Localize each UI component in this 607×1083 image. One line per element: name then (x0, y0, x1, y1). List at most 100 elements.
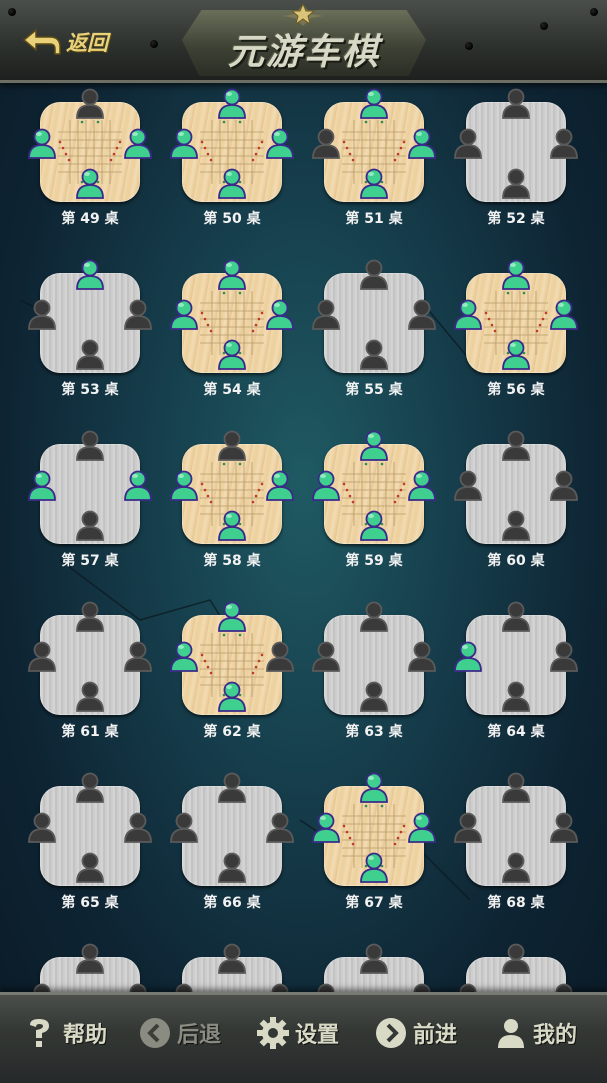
empty-seat-icon-top[interactable] (501, 943, 531, 975)
empty-seat-icon-right[interactable] (265, 641, 295, 673)
empty-seat-icon-right[interactable] (549, 812, 579, 844)
empty-seat-icon-bottom[interactable] (501, 681, 531, 713)
game-table[interactable]: 第 66 桌 (170, 772, 294, 922)
empty-seat-icon-top[interactable] (359, 601, 389, 633)
occupied-seat-icon-right[interactable] (549, 299, 579, 331)
empty-seat-icon-right[interactable] (549, 128, 579, 160)
empty-seat-icon-left[interactable] (311, 641, 341, 673)
game-table[interactable]: 第 67 桌 (312, 772, 436, 922)
game-table[interactable]: 第 55 桌 (312, 259, 436, 409)
help-button[interactable]: 帮助 (24, 1013, 107, 1053)
game-table[interactable]: 第 63 桌 (312, 601, 436, 751)
empty-seat-icon-left[interactable] (27, 641, 57, 673)
empty-seat-icon-bottom[interactable] (217, 852, 247, 884)
game-table[interactable]: 第 61 桌 (28, 601, 152, 751)
occupied-seat-icon-left[interactable] (453, 299, 483, 331)
game-table[interactable] (33, 943, 147, 993)
empty-seat-icon-bottom[interactable] (75, 852, 105, 884)
occupied-seat-icon-right[interactable] (407, 470, 437, 502)
occupied-seat-icon-right[interactable] (407, 812, 437, 844)
game-table[interactable]: 第 52 桌 (454, 88, 578, 238)
occupied-seat-icon-bottom[interactable] (75, 168, 105, 200)
empty-seat-icon-top[interactable] (217, 430, 247, 462)
game-table[interactable]: 第 57 桌 (28, 430, 152, 580)
occupied-seat-icon-top[interactable] (217, 88, 247, 120)
empty-seat-icon-right[interactable] (407, 641, 437, 673)
empty-seat-icon-right[interactable] (123, 641, 153, 673)
occupied-seat-icon-top[interactable] (75, 259, 105, 291)
empty-seat-icon-bottom[interactable] (75, 510, 105, 542)
empty-seat-icon-top[interactable] (75, 943, 105, 975)
occupied-seat-icon-left[interactable] (169, 299, 199, 331)
game-table[interactable]: 第 50 桌 (170, 88, 294, 238)
occupied-seat-icon-right[interactable] (265, 470, 295, 502)
empty-seat-icon-top[interactable] (75, 88, 105, 120)
empty-seat-icon-left[interactable] (27, 299, 57, 331)
empty-seat-icon-left[interactable] (453, 470, 483, 502)
occupied-seat-icon-left[interactable] (311, 470, 341, 502)
empty-seat-icon-left[interactable] (27, 812, 57, 844)
occupied-seat-icon-left[interactable] (169, 128, 199, 160)
empty-seat-icon-top[interactable] (217, 772, 247, 804)
empty-seat-icon-top[interactable] (75, 772, 105, 804)
next-page-button[interactable]: 前进 (374, 1013, 457, 1053)
empty-seat-icon-bottom[interactable] (75, 339, 105, 371)
game-table[interactable] (317, 943, 431, 993)
occupied-seat-icon-right[interactable] (123, 128, 153, 160)
occupied-seat-icon-right[interactable] (123, 470, 153, 502)
occupied-seat-icon-left[interactable] (311, 812, 341, 844)
empty-seat-icon-top[interactable] (75, 601, 105, 633)
empty-seat-icon-top[interactable] (359, 943, 389, 975)
empty-seat-icon-left[interactable] (311, 299, 341, 331)
empty-seat-icon-left[interactable] (311, 128, 341, 160)
occupied-seat-icon-left[interactable] (169, 641, 199, 673)
game-table[interactable]: 第 65 桌 (28, 772, 152, 922)
occupied-seat-icon-left[interactable] (27, 470, 57, 502)
occupied-seat-icon-bottom[interactable] (501, 339, 531, 371)
empty-seat-icon-bottom[interactable] (501, 852, 531, 884)
empty-seat-icon-left[interactable] (453, 128, 483, 160)
occupied-seat-icon-top[interactable] (359, 430, 389, 462)
game-table[interactable]: 第 59 桌 (312, 430, 436, 580)
game-table[interactable]: 第 64 桌 (454, 601, 578, 751)
occupied-seat-icon-bottom[interactable] (359, 852, 389, 884)
game-table[interactable]: 第 54 桌 (170, 259, 294, 409)
empty-seat-icon-top[interactable] (501, 88, 531, 120)
empty-seat-icon-top[interactable] (359, 259, 389, 291)
occupied-seat-icon-right[interactable] (407, 128, 437, 160)
empty-seat-icon-top[interactable] (501, 601, 531, 633)
empty-seat-icon-right[interactable] (549, 470, 579, 502)
occupied-seat-icon-bottom[interactable] (217, 510, 247, 542)
back-button[interactable]: 返回 (22, 24, 108, 60)
game-table[interactable]: 第 56 桌 (454, 259, 578, 409)
empty-seat-icon-bottom[interactable] (75, 681, 105, 713)
game-table[interactable]: 第 51 桌 (312, 88, 436, 238)
game-table[interactable]: 第 68 桌 (454, 772, 578, 922)
empty-seat-icon-right[interactable] (265, 812, 295, 844)
empty-seat-icon-left[interactable] (169, 812, 199, 844)
empty-seat-icon-bottom[interactable] (501, 510, 531, 542)
occupied-seat-icon-left[interactable] (453, 641, 483, 673)
empty-seat-icon-bottom[interactable] (359, 681, 389, 713)
settings-button[interactable]: 设置 (256, 1013, 339, 1053)
occupied-seat-icon-top[interactable] (359, 88, 389, 120)
occupied-seat-icon-top[interactable] (359, 772, 389, 804)
empty-seat-icon-right[interactable] (123, 812, 153, 844)
occupied-seat-icon-right[interactable] (265, 299, 295, 331)
occupied-seat-icon-top[interactable] (217, 259, 247, 291)
profile-button[interactable]: 我的 (494, 1013, 577, 1053)
previous-page-button[interactable]: 后退 (138, 1013, 221, 1053)
empty-seat-icon-left[interactable] (453, 812, 483, 844)
occupied-seat-icon-bottom[interactable] (359, 510, 389, 542)
empty-seat-icon-bottom[interactable] (359, 339, 389, 371)
game-table[interactable] (175, 943, 289, 993)
empty-seat-icon-top[interactable] (75, 430, 105, 462)
occupied-seat-icon-bottom[interactable] (217, 681, 247, 713)
game-table[interactable]: 第 58 桌 (170, 430, 294, 580)
empty-seat-icon-bottom[interactable] (501, 168, 531, 200)
occupied-seat-icon-bottom[interactable] (217, 339, 247, 371)
empty-seat-icon-top[interactable] (501, 430, 531, 462)
occupied-seat-icon-bottom[interactable] (217, 168, 247, 200)
game-table[interactable]: 第 49 桌 (28, 88, 152, 238)
occupied-seat-icon-left[interactable] (27, 128, 57, 160)
